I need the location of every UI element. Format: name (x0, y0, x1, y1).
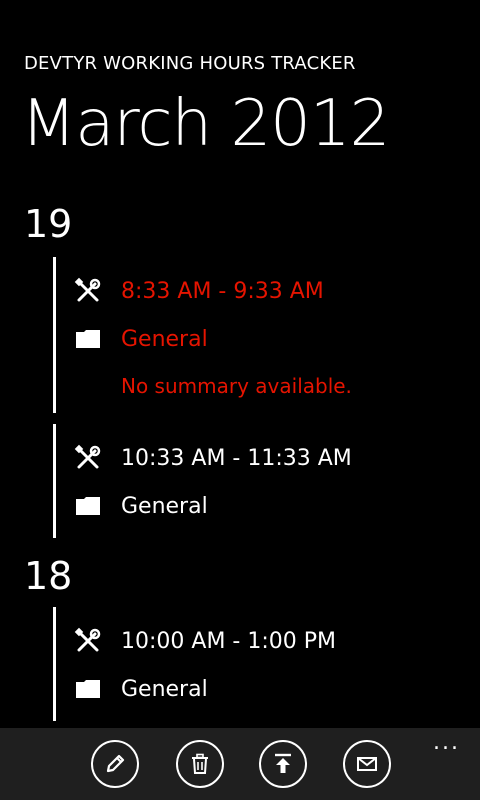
entry-summary: No summary available. (121, 374, 352, 398)
entry-time: 10:00 AM - 1:00 PM (121, 628, 336, 654)
folder-icon (73, 324, 103, 354)
day-header-19: 19 (24, 202, 73, 246)
entry-project: General (121, 326, 208, 352)
day-header-18: 18 (24, 554, 73, 598)
entry-project: General (121, 493, 208, 519)
time-entry[interactable]: 8:33 AM - 9:33 AM General No summary ava… (53, 257, 453, 413)
edit-icon (103, 752, 127, 776)
page-title: March 2012 (21, 87, 390, 161)
edit-button[interactable] (91, 740, 139, 788)
folder-icon (73, 491, 103, 521)
delete-icon (188, 752, 212, 776)
entry-bar (53, 257, 56, 413)
email-icon (355, 752, 379, 776)
entry-time: 10:33 AM - 11:33 AM (121, 445, 352, 471)
entry-project: General (121, 676, 208, 702)
time-entry[interactable]: 10:00 AM - 1:00 PM General (53, 607, 453, 721)
more-menu-button[interactable]: ... (433, 732, 460, 754)
entry-time: 8:33 AM - 9:33 AM (121, 278, 324, 304)
entry-bar (53, 607, 56, 721)
tools-icon (73, 276, 103, 306)
entry-bar (53, 424, 56, 538)
upload-button[interactable] (259, 740, 307, 788)
tools-icon (73, 626, 103, 656)
upload-icon (271, 752, 295, 776)
app-title: DEVTYR WORKING HOURS TRACKER (24, 53, 356, 74)
tools-icon (73, 443, 103, 473)
email-button[interactable] (343, 740, 391, 788)
time-entry[interactable]: 10:33 AM - 11:33 AM General (53, 424, 453, 538)
folder-icon (73, 674, 103, 704)
delete-button[interactable] (176, 740, 224, 788)
app-bar: ... (0, 728, 480, 800)
